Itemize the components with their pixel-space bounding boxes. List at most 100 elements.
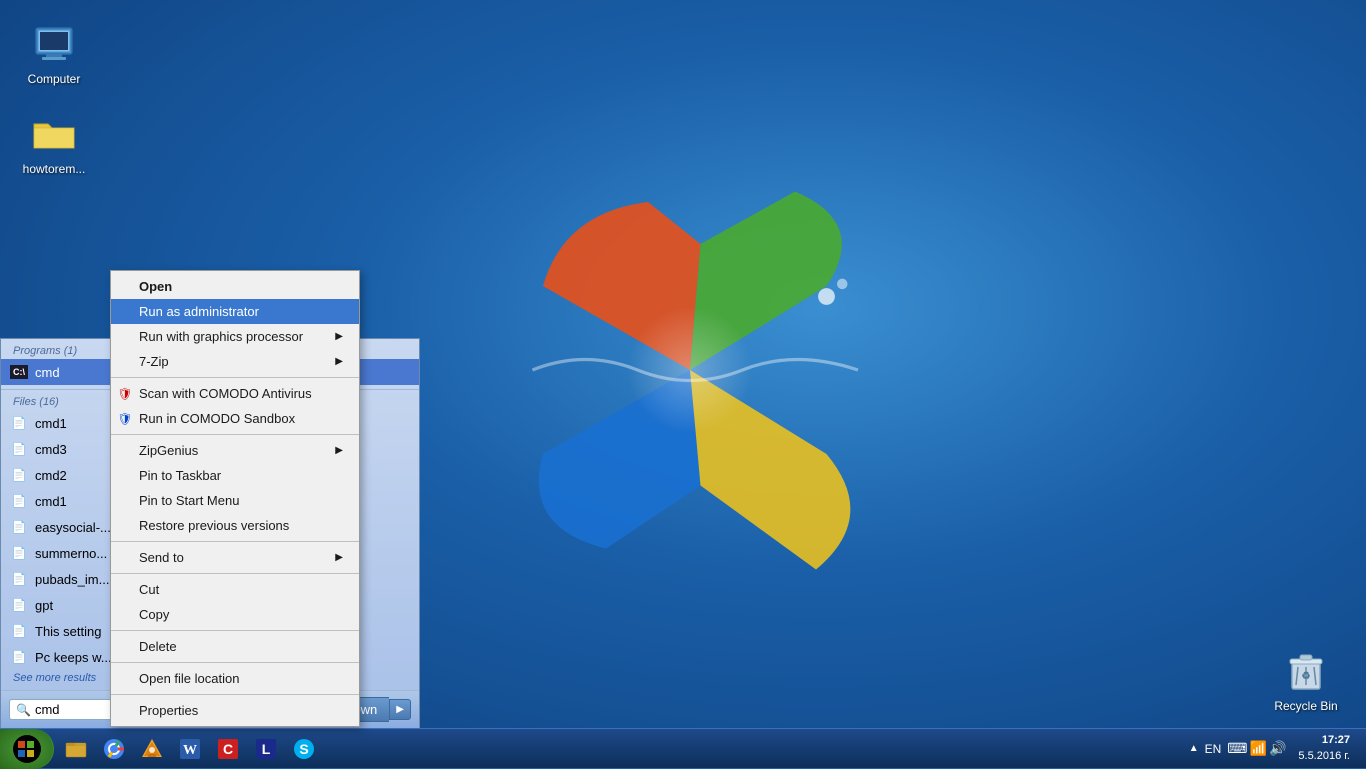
ctx-item-run-as-admin-label: Run as administrator bbox=[139, 304, 259, 319]
ctx-item-send-to[interactable]: Send to ▶ bbox=[111, 545, 359, 570]
search-icon: 🔍 bbox=[16, 703, 31, 717]
zipgenius-arrow-icon: ▶ bbox=[335, 445, 343, 456]
ctx-item-cut-label: Cut bbox=[139, 582, 159, 597]
open-icon bbox=[117, 279, 133, 295]
comodo-blue-icon: 🛡 bbox=[117, 411, 133, 427]
ctx-separator-7 bbox=[111, 694, 359, 695]
7zip-icon bbox=[117, 354, 133, 370]
shield-icon: 🛡 bbox=[117, 304, 133, 320]
taskbar-skype-icon[interactable]: S bbox=[286, 731, 322, 767]
cmd-program-icon: C:\ bbox=[9, 362, 29, 382]
zipgenius-icon bbox=[117, 443, 133, 459]
desktop: Computer howtorem... bbox=[0, 0, 1366, 768]
tray-expand-icon[interactable]: ▲ bbox=[1189, 743, 1199, 754]
ctx-item-zipgenius-label: ZipGenius bbox=[139, 443, 198, 458]
ctx-item-delete[interactable]: Delete bbox=[111, 634, 359, 659]
ctx-separator-3 bbox=[111, 541, 359, 542]
file-icon-this-setting: 📄 bbox=[9, 621, 29, 641]
taskbar-clock[interactable]: 17:27 5.5.2016 г. bbox=[1290, 733, 1358, 764]
restore-prev-icon bbox=[117, 518, 133, 534]
file-icon-cmd1b: 📄 bbox=[9, 491, 29, 511]
ctx-item-scan-comodo-label: Scan with COMODO Antivirus bbox=[139, 386, 312, 401]
ctx-item-pin-start[interactable]: Pin to Start Menu bbox=[111, 488, 359, 513]
ctx-item-properties[interactable]: Properties bbox=[111, 698, 359, 723]
ctx-item-cut[interactable]: Cut bbox=[111, 577, 359, 602]
7zip-arrow-icon: ▶ bbox=[335, 356, 343, 367]
ctx-item-restore-prev[interactable]: Restore previous versions bbox=[111, 513, 359, 538]
shutdown-arrow-button[interactable]: ▶ bbox=[389, 699, 411, 720]
taskbar-chrome-icon[interactable] bbox=[96, 731, 132, 767]
ctx-item-7zip-label: 7-Zip bbox=[139, 354, 169, 369]
context-menu: Open 🛡 Run as administrator Run with gra… bbox=[110, 270, 360, 727]
ctx-item-open-location-label: Open file location bbox=[139, 671, 239, 686]
cut-icon bbox=[117, 582, 133, 598]
taskbar-date: 5.5.2016 г. bbox=[1298, 749, 1350, 764]
taskbar-lollipop-icon[interactable]: L bbox=[248, 731, 284, 767]
ctx-separator-6 bbox=[111, 662, 359, 663]
send-to-arrow-icon: ▶ bbox=[335, 552, 343, 563]
computer-icon bbox=[30, 20, 78, 68]
ctx-item-open-location[interactable]: Open file location bbox=[111, 666, 359, 691]
send-to-icon bbox=[117, 550, 133, 566]
ctx-separator-4 bbox=[111, 573, 359, 574]
ctx-item-zipgenius[interactable]: ZipGenius ▶ bbox=[111, 438, 359, 463]
folder-icon-label: howtorem... bbox=[23, 162, 86, 176]
ctx-item-7zip[interactable]: 7-Zip ▶ bbox=[111, 349, 359, 374]
volume-icon[interactable]: 🔊 bbox=[1269, 740, 1286, 757]
ctx-item-copy-label: Copy bbox=[139, 607, 169, 622]
ctx-item-open-label: Open bbox=[139, 279, 172, 294]
ctx-item-run-with-gpu[interactable]: Run with graphics processor ▶ bbox=[111, 324, 359, 349]
ctx-separator-2 bbox=[111, 434, 359, 435]
file-icon-summerno: 📄 bbox=[9, 543, 29, 563]
ctx-item-run-with-gpu-label: Run with graphics processor bbox=[139, 329, 303, 344]
ctx-item-properties-label: Properties bbox=[139, 703, 198, 718]
svg-text:♻: ♻ bbox=[1302, 671, 1311, 682]
recycle-bin-label: Recycle Bin bbox=[1274, 699, 1337, 713]
ctx-item-pin-taskbar-label: Pin to Taskbar bbox=[139, 468, 221, 483]
gpu-icon bbox=[117, 329, 133, 345]
svg-text:S: S bbox=[299, 741, 308, 757]
file-icon-gpt: 📄 bbox=[9, 595, 29, 615]
ctx-item-run-comodo-sandbox-label: Run in COMODO Sandbox bbox=[139, 411, 295, 426]
run-with-gpu-arrow-icon: ▶ bbox=[335, 331, 343, 342]
desktop-icon-computer[interactable]: Computer bbox=[14, 20, 94, 86]
ctx-item-run-as-admin[interactable]: 🛡 Run as administrator bbox=[111, 299, 359, 324]
taskbar: W C L S bbox=[0, 728, 1366, 768]
ctx-item-pin-start-label: Pin to Start Menu bbox=[139, 493, 239, 508]
taskbar-comodo-icon[interactable]: C bbox=[210, 731, 246, 767]
keyboard-icon[interactable]: ⌨ bbox=[1227, 740, 1247, 757]
svg-text:W: W bbox=[183, 743, 197, 758]
desktop-icon-folder[interactable]: howtorem... bbox=[14, 110, 94, 176]
ctx-separator-5 bbox=[111, 630, 359, 631]
ctx-separator-1 bbox=[111, 377, 359, 378]
ctx-item-send-to-label: Send to bbox=[139, 550, 184, 565]
ctx-item-pin-taskbar[interactable]: Pin to Taskbar bbox=[111, 463, 359, 488]
taskbar-word-icon[interactable]: W bbox=[172, 731, 208, 767]
network-icon: 📶 bbox=[1250, 740, 1267, 757]
properties-icon bbox=[117, 703, 133, 719]
ctx-item-open[interactable]: Open bbox=[111, 274, 359, 299]
svg-text:L: L bbox=[262, 741, 271, 757]
taskbar-vlc-icon[interactable] bbox=[134, 731, 170, 767]
computer-icon-label: Computer bbox=[28, 72, 81, 86]
ctx-item-delete-label: Delete bbox=[139, 639, 177, 654]
file-icon-easysocial: 📄 bbox=[9, 517, 29, 537]
recycle-bin-img: ♻ bbox=[1282, 647, 1330, 695]
file-icon-pc-keeps-w: 📄 bbox=[9, 647, 29, 667]
recycle-bin-icon[interactable]: ♻ Recycle Bin bbox=[1266, 647, 1346, 713]
taskbar-time: 17:27 bbox=[1298, 733, 1350, 748]
svg-text:C: C bbox=[223, 741, 233, 757]
ctx-item-run-comodo-sandbox[interactable]: 🛡 Run in COMODO Sandbox bbox=[111, 406, 359, 431]
folder-icon bbox=[30, 110, 78, 158]
ctx-item-copy[interactable]: Copy bbox=[111, 602, 359, 627]
start-button[interactable] bbox=[0, 729, 54, 769]
open-location-icon bbox=[117, 671, 133, 687]
file-icon-pubads: 📄 bbox=[9, 569, 29, 589]
pin-start-icon bbox=[117, 493, 133, 509]
pin-taskbar-icon bbox=[117, 468, 133, 484]
taskbar-system-tray: ▲ EN ⌨ 📶 🔊 17:27 5.5.2016 г. bbox=[1181, 733, 1366, 764]
file-icon-cmd1a: 📄 bbox=[9, 413, 29, 433]
taskbar-explorer-icon[interactable] bbox=[58, 731, 94, 767]
file-icon-cmd3: 📄 bbox=[9, 439, 29, 459]
ctx-item-scan-comodo[interactable]: 🛡 Scan with COMODO Antivirus bbox=[111, 381, 359, 406]
